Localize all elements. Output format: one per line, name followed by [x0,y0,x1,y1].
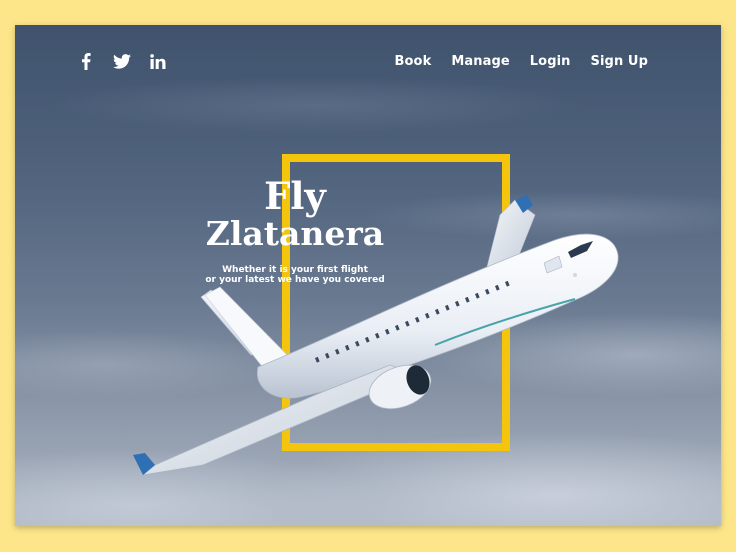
hero-subtitle-line1: Whether it is your first flight [222,265,368,275]
hero-frame: Book Manage Login Sign Up Fly Zlatanera … [15,25,721,526]
hero-title-line2: Zlatanera [205,213,385,253]
hero-title: Fly Zlatanera [195,177,395,251]
hero-subtitle: Whether it is your first flight or your … [195,265,395,285]
hero-title-line1: Fly [264,174,326,218]
hero-subtitle-line2: or your latest we have you covered [205,275,385,285]
